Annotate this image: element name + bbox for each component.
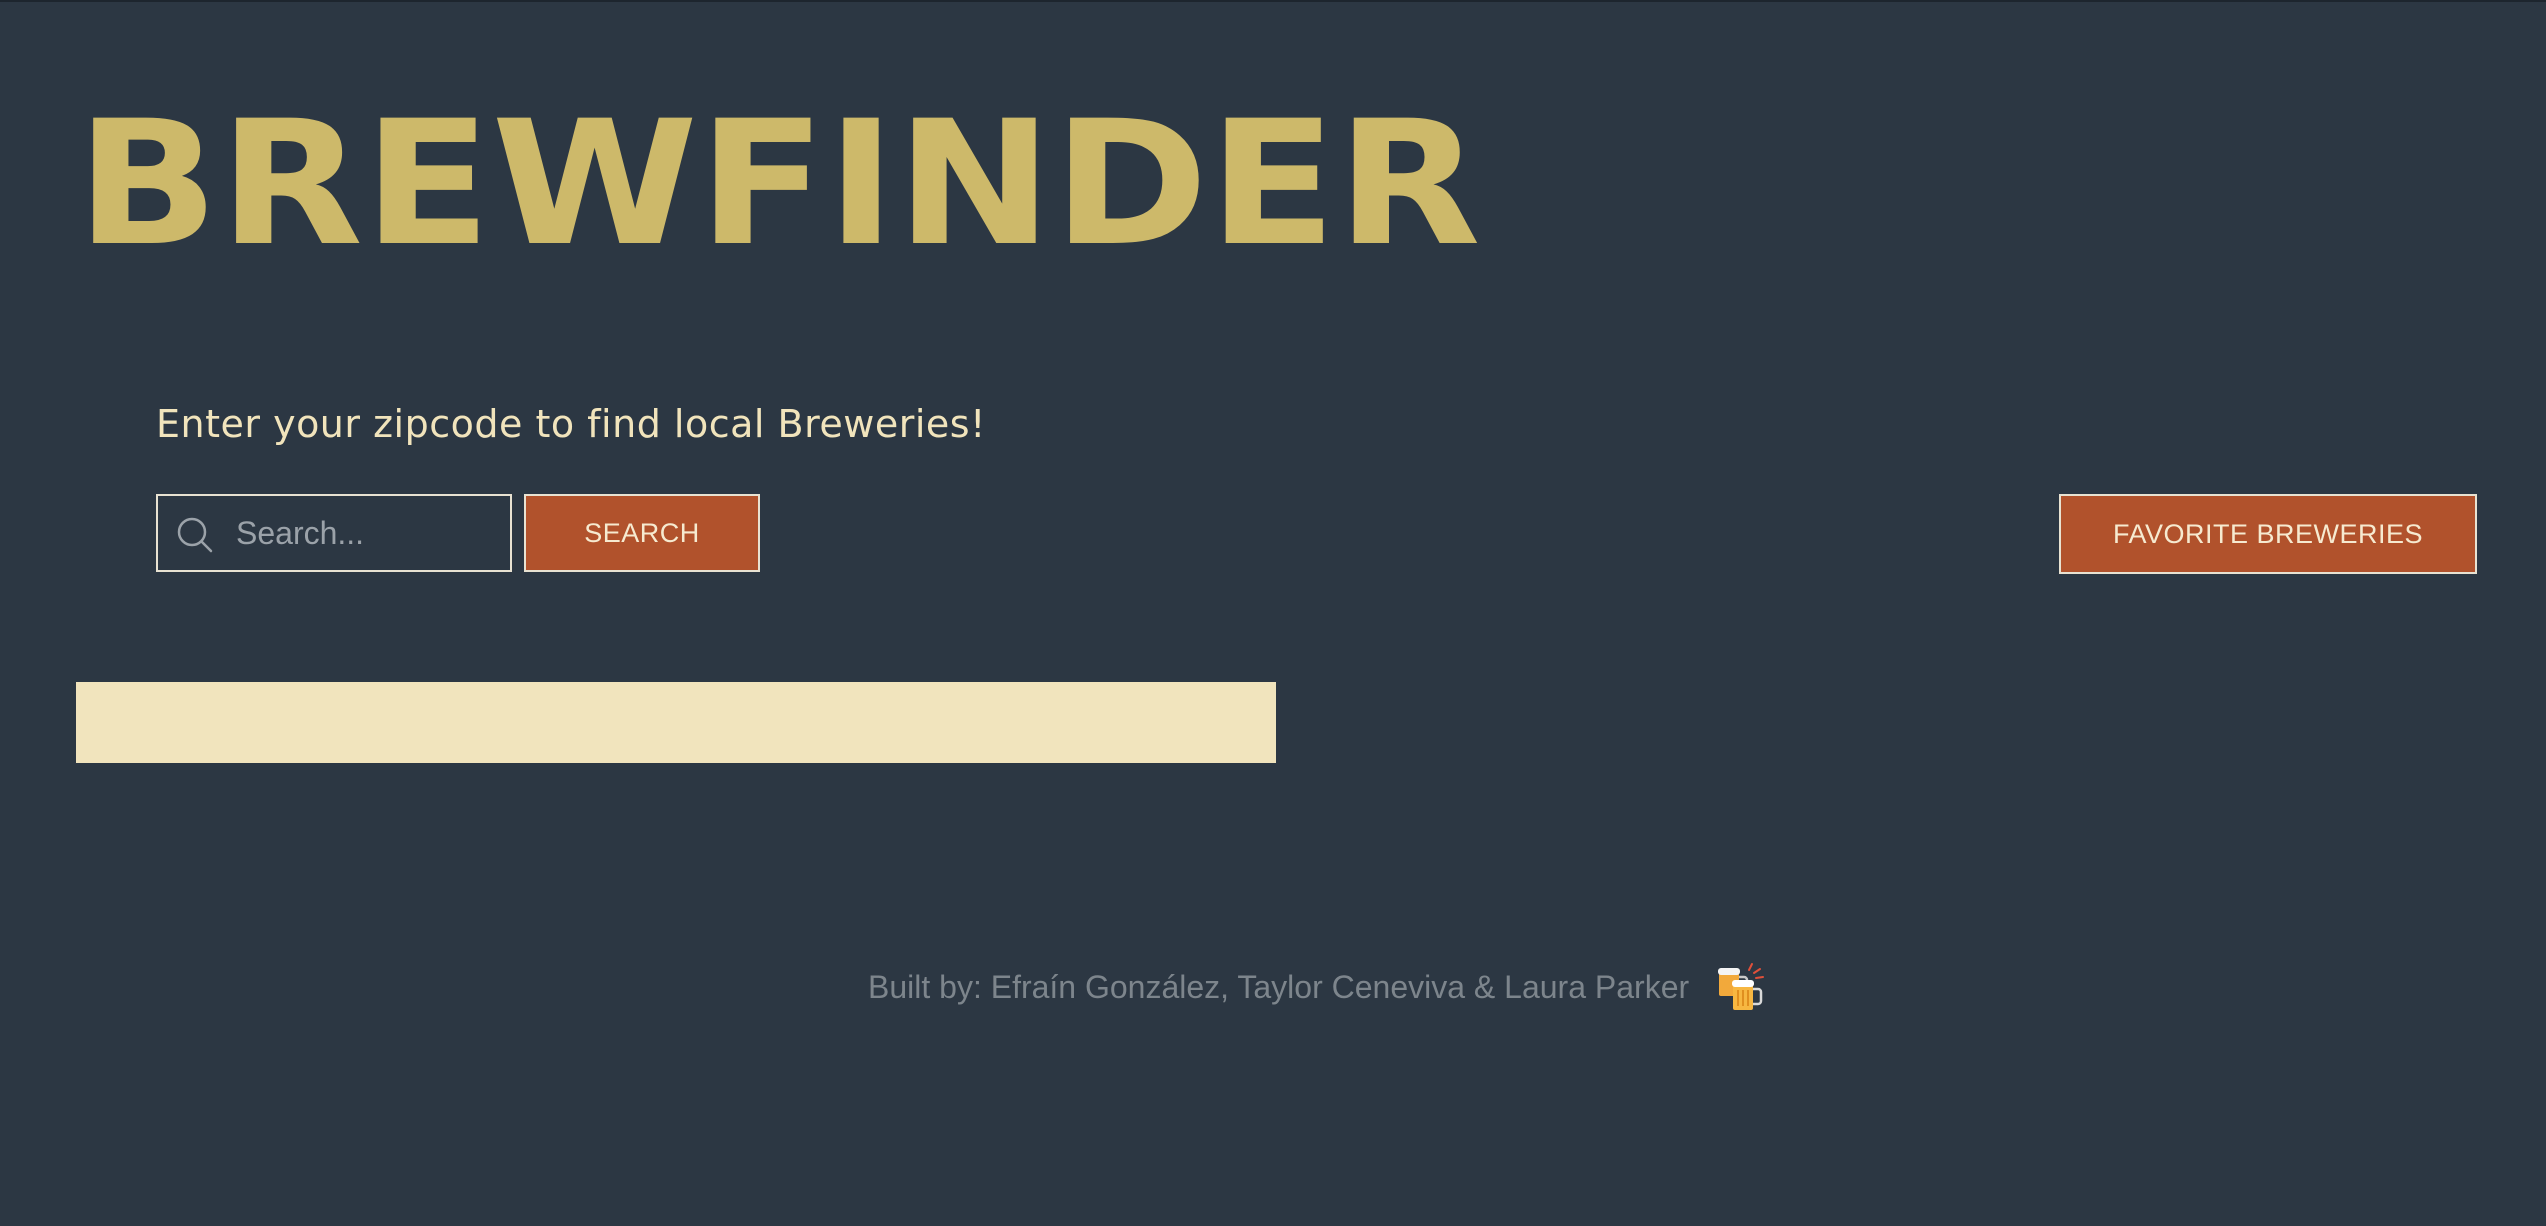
footer: Built by: Efraín González, Taylor Cenevi… <box>868 962 1769 1012</box>
search-box[interactable] <box>156 494 512 572</box>
clinking-beer-mugs-icon <box>1715 960 1769 1014</box>
app-logo: BREWFINDER <box>76 83 1481 284</box>
favorite-breweries-button[interactable]: FAVORITE BREWERIES <box>2059 494 2477 574</box>
top-border <box>0 0 2546 2</box>
search-icon <box>176 516 214 554</box>
results-container <box>76 682 1276 763</box>
footer-credits: Built by: Efraín González, Taylor Cenevi… <box>868 968 1690 1005</box>
search-instructions: Enter your zipcode to find local Breweri… <box>156 402 986 446</box>
search-button[interactable]: SEARCH <box>524 494 760 572</box>
search-input[interactable] <box>236 496 506 570</box>
